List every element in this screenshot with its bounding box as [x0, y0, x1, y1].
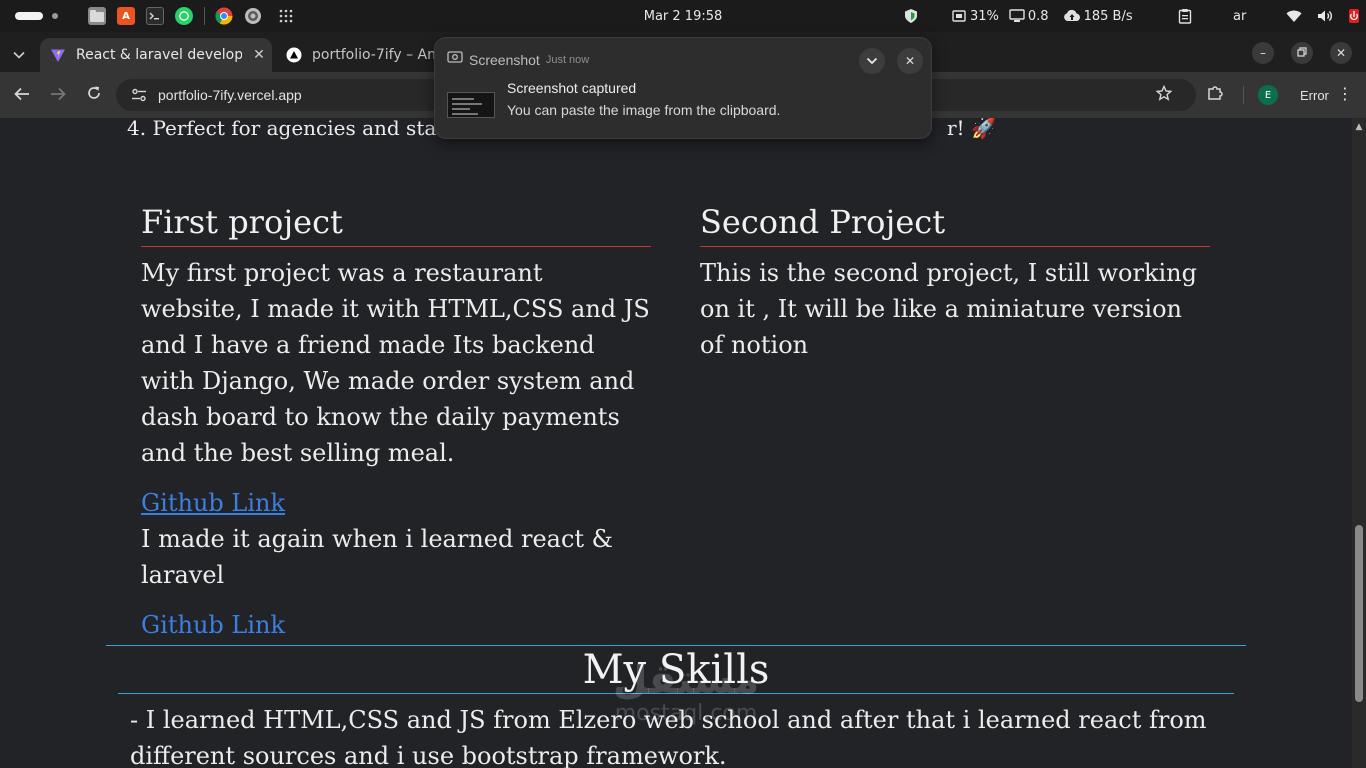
minimize-button[interactable]: –	[1252, 42, 1274, 64]
chevron-down-icon	[13, 44, 25, 63]
scroll-up-arrow-icon[interactable]: ▲	[1354, 122, 1364, 132]
load-value: 0.8	[1027, 8, 1049, 24]
feature-list-item: 4. Perfect for agencies and start r! 🚀	[127, 118, 996, 140]
system-top-bar: A Mar 2 19:58 31% 0.8 185 B/s ar	[0, 0, 1366, 32]
toolbar-divider	[1243, 86, 1244, 104]
web-page-content: 4. Perfect for agencies and start r! 🚀 F…	[0, 118, 1352, 768]
screenshot-tool-icon[interactable]	[244, 7, 262, 25]
notification-close-button[interactable]: ✕	[897, 48, 923, 74]
project-card-first: First project My first project was a res…	[141, 202, 651, 643]
screenshot-app-icon	[447, 50, 463, 69]
workspace-indicator[interactable]	[52, 13, 58, 19]
tab-search-button[interactable]	[6, 40, 32, 66]
bookmark-star-button[interactable]	[1151, 82, 1177, 108]
chevron-down-icon	[866, 52, 878, 70]
project-description: This is the second project, I still work…	[700, 259, 1198, 359]
error-menu-button[interactable]: Error ⋮	[1290, 80, 1363, 110]
github-link[interactable]: Github Link	[141, 485, 651, 521]
whatsapp-icon[interactable]	[175, 7, 193, 25]
minimize-icon: –	[1260, 46, 1266, 60]
site-info-icon[interactable]	[124, 88, 154, 102]
maximize-button[interactable]	[1291, 42, 1313, 64]
terminal-icon[interactable]	[146, 7, 164, 25]
project-title: First project	[141, 202, 651, 247]
tab-portfolio[interactable]: portfolio-7ify – An	[276, 38, 436, 72]
tab-react-laravel[interactable]: React & laravel develope ✕	[40, 38, 272, 72]
notification-time: Just now	[545, 53, 590, 66]
extensions-button[interactable]	[1202, 82, 1228, 108]
wifi-icon[interactable]	[1286, 10, 1305, 23]
close-icon: ✕	[1335, 46, 1347, 60]
scrollbar-thumb[interactable]	[1355, 525, 1363, 702]
feature-list-text: 4. Perfect for agencies and start	[127, 118, 454, 140]
close-icon[interactable]: ✕	[250, 46, 268, 64]
clipboard-icon[interactable]	[1178, 8, 1195, 24]
project-title: Second Project	[700, 202, 1210, 247]
power-icon[interactable]	[1348, 8, 1363, 24]
project-card-second: Second Project This is the second projec…	[700, 202, 1210, 363]
star-icon	[1155, 84, 1173, 105]
vercel-favicon-icon	[286, 47, 302, 63]
workspace-indicator-active[interactable]	[15, 12, 43, 20]
restore-icon	[1297, 46, 1307, 60]
arrow-right-icon	[50, 86, 66, 105]
screenshot-thumbnail	[447, 92, 495, 118]
url-text[interactable]: portfolio-7ify.vercel.app	[158, 87, 302, 103]
cpu-value: 31%	[970, 8, 999, 24]
forward-button[interactable]	[45, 82, 71, 108]
close-icon: ✕	[904, 54, 916, 68]
screenshot-notification[interactable]: Screenshot Just now Screenshot captured …	[434, 37, 932, 139]
software-center-icon[interactable]: A	[117, 7, 135, 25]
chrome-icon[interactable]	[215, 7, 233, 25]
github-link[interactable]: Github Link	[141, 607, 651, 643]
files-app-icon[interactable]	[88, 7, 106, 25]
back-button[interactable]	[9, 82, 35, 108]
reload-icon	[86, 85, 102, 105]
shield-icon[interactable]	[904, 8, 921, 24]
more-vert-icon: ⋮	[1336, 86, 1353, 103]
reload-button[interactable]	[81, 82, 107, 108]
project-description: My first project was a restaurant websit…	[141, 259, 650, 467]
volume-icon[interactable]	[1317, 9, 1336, 23]
load-indicator[interactable]: 0.8	[1009, 9, 1049, 24]
dock-separator	[204, 7, 205, 25]
watermark-latin: mostaql.com	[614, 701, 758, 726]
notification-title: Screenshot captured	[507, 80, 637, 96]
arrow-left-icon	[14, 86, 30, 105]
watermark-arabic: مستقل	[612, 657, 760, 703]
vite-favicon-icon	[50, 47, 66, 63]
cpu-indicator[interactable]: 31%	[951, 9, 999, 24]
notification-expand-button[interactable]	[859, 48, 885, 74]
error-label: Error	[1300, 87, 1329, 103]
mostaql-watermark: مستقل mostaql.com	[596, 658, 776, 726]
feature-list-end: r! 🚀	[947, 118, 996, 140]
notification-header: Screenshot Just now	[447, 50, 589, 69]
network-indicator[interactable]: 185 B/s	[1063, 9, 1133, 24]
project-note: I made it again when i learned react & l…	[141, 525, 614, 589]
puzzle-icon	[1207, 85, 1223, 105]
keyboard-layout[interactable]: ar	[1233, 9, 1246, 24]
network-value: 185 B/s	[1083, 8, 1133, 24]
profile-avatar[interactable]: E	[1258, 85, 1278, 105]
tab-title: React & laravel develope	[76, 47, 242, 63]
close-window-button[interactable]: ✕	[1330, 42, 1352, 64]
notification-body: You can paste the image from the clipboa…	[507, 102, 781, 118]
app-grid-icon[interactable]	[277, 7, 295, 25]
notification-app-name: Screenshot	[469, 51, 540, 68]
tab-title: portfolio-7ify – An	[312, 47, 436, 63]
